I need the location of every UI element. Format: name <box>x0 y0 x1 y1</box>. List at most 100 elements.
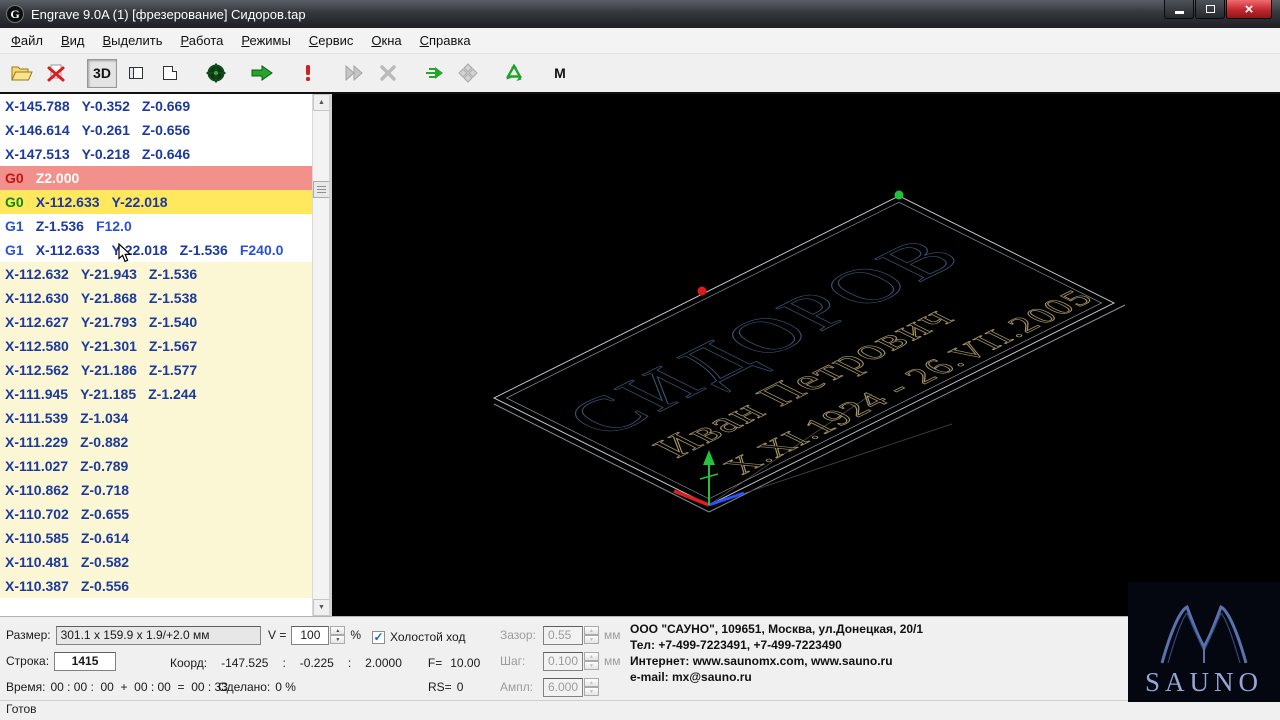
menu-item-4[interactable]: Режимы <box>232 29 299 52</box>
coord-group: Коорд: -147.525 : -0.225 : 2.0000 F= 10.… <box>170 653 480 673</box>
coord-z-value: 2.0000 <box>365 656 402 670</box>
step-spinner <box>584 652 599 670</box>
step-arrow-icon <box>423 65 445 81</box>
spinner-up-icon[interactable] <box>330 626 346 635</box>
gcode-line[interactable]: G1 Z-1.536 F12.0 <box>0 214 312 238</box>
gcode-line[interactable]: X-111.539 Z-1.034 <box>0 406 312 430</box>
gcode-panel: X-145.788 Y-0.352 Z-0.669 X-146.614 Y-0.261 Z… <box>0 94 332 616</box>
run-arrow-icon <box>251 65 273 81</box>
gcode-line[interactable]: X-112.632 Y-21.943 Z-1.536 <box>0 262 312 286</box>
macro-m-button[interactable]: M <box>545 59 575 88</box>
gcode-line[interactable]: X-110.481 Z-0.582 <box>0 550 312 574</box>
gcode-token: Y-22.018 <box>111 242 168 258</box>
gcode-token: Z-0.789 <box>80 458 129 474</box>
amplitude-spinner <box>584 678 599 696</box>
gcode-token: Z-0.646 <box>141 146 191 162</box>
target-icon <box>206 63 226 83</box>
amplitude-group: Ампл: 6.000 <box>500 677 599 697</box>
gcode-line[interactable]: X-145.788 Y-0.352 Z-0.669 <box>0 94 312 118</box>
gcode-token: X-112.633 <box>35 194 100 210</box>
gcode-line[interactable]: X-146.614 Y-0.261 Z-0.656 <box>0 118 312 142</box>
gcode-token: Z-0.882 <box>80 434 129 450</box>
gcode-token: X-146.614 <box>5 122 70 138</box>
scroll-up-icon[interactable] <box>313 94 329 111</box>
gcode-line[interactable]: X-111.027 Z-0.789 <box>0 454 312 478</box>
line-group: Строка: 1415 <box>6 651 117 671</box>
gcode-token: G0 <box>5 170 24 186</box>
menu-item-3[interactable]: Работа <box>171 29 232 52</box>
optimize-button[interactable] <box>499 59 529 88</box>
view-front-button[interactable] <box>121 59 151 88</box>
open-file-button[interactable] <box>7 59 37 88</box>
scroll-down-icon[interactable] <box>313 599 329 616</box>
gcode-line[interactable]: X-111.229 Z-0.882 <box>0 430 312 454</box>
amplitude-label: Ампл: <box>500 680 534 694</box>
cancel-button <box>373 59 403 88</box>
gcode-line[interactable]: X-111.945 Y-21.185 Z-1.244 <box>0 382 312 406</box>
size-field[interactable]: 301.1 x 159.9 x 1.9/+2.0 мм <box>55 625 261 645</box>
menu-item-2[interactable]: Выделить <box>94 29 172 52</box>
menu-item-1[interactable]: Вид <box>52 29 94 52</box>
gcode-token: Z-1.577 <box>148 362 198 378</box>
run-button[interactable] <box>247 59 277 88</box>
gcode-line[interactable]: X-112.562 Y-21.186 Z-1.577 <box>0 358 312 382</box>
view-3d-button[interactable]: 3D <box>87 58 117 88</box>
spinner-down-icon <box>584 687 599 696</box>
scrollbar-thumb[interactable] <box>313 181 329 198</box>
menu-item-7[interactable]: Справка <box>411 29 480 52</box>
viewport-canvas[interactable]: СИДОРОВ Иван Петрович X.XI.1924 - 26.VII… <box>332 94 1277 618</box>
gcode-line[interactable]: X-110.387 Z-0.556 <box>0 574 312 598</box>
gcode-line[interactable]: X-147.513 Y-0.218 Z-0.646 <box>0 142 312 166</box>
gcode-line[interactable]: X-112.627 Y-21.793 Z-1.540 <box>0 310 312 334</box>
gcode-token: X-110.862 <box>5 482 69 498</box>
gcode-line[interactable]: X-110.585 Z-0.614 <box>0 526 312 550</box>
view-top-button[interactable] <box>155 59 185 88</box>
gcode-token: Y-21.943 <box>80 266 137 282</box>
letter-m-icon: M <box>554 65 566 81</box>
gcode-line[interactable]: X-112.630 Y-21.868 Z-1.538 <box>0 286 312 310</box>
idle-run-label: Холостой ход <box>390 630 466 644</box>
coord-x-value: -147.525 <box>221 656 269 670</box>
gcode-line[interactable]: G0 X-112.633 Y-22.018 <box>0 190 312 214</box>
center-origin-button[interactable] <box>201 59 231 88</box>
gcode-token: X-110.702 <box>5 506 69 522</box>
gap-group: Зазор: 0.55 мм <box>500 625 621 645</box>
line-field[interactable]: 1415 <box>54 651 117 671</box>
idle-group: Холостой ход <box>372 627 465 647</box>
gcode-scrollbar[interactable] <box>312 94 329 616</box>
gcode-line[interactable]: G1 X-112.633 Y-22.018 Z-1.536 F240.0 <box>0 238 312 262</box>
gcode-token: Z-1.540 <box>148 314 198 330</box>
menu-bar: Файл Вид Выделить Работа Режимы Сервис Окна Спр… <box>0 28 1280 54</box>
minimize-button[interactable] <box>1164 0 1194 19</box>
gcode-line[interactable]: X-112.580 Y-21.301 Z-1.567 <box>0 334 312 358</box>
step-run-button[interactable] <box>419 59 449 88</box>
time-group: Время: 00 : 00 : 00 + 00 : 00 = 00 : 33 <box>6 677 228 697</box>
amplitude-field: 6.000 <box>543 677 583 697</box>
spinner-up-icon <box>584 678 599 687</box>
delete-file-button[interactable] <box>41 59 71 88</box>
menu-item-5[interactable]: Сервис <box>300 29 363 52</box>
maximize-button[interactable] <box>1195 0 1225 19</box>
gcode-line[interactable]: X-110.862 Z-0.718 <box>0 478 312 502</box>
toolbar: 3D M <box>0 54 1280 92</box>
speed-field[interactable]: 100 <box>291 625 330 645</box>
coord-separator: : <box>282 656 286 670</box>
coord-label: Коорд: <box>170 656 208 670</box>
close-button[interactable] <box>1226 0 1272 19</box>
gcode-line[interactable]: G0 Z2.000 <box>0 166 312 190</box>
main-area: X-145.788 Y-0.352 Z-0.669 X-146.614 Y-0.261 Z… <box>0 92 1280 616</box>
gap-label: Зазор: <box>500 628 536 642</box>
gcode-line[interactable]: X-110.702 Z-0.655 <box>0 502 312 526</box>
gcode-token: Z-1.536 <box>148 266 198 282</box>
menu-item-0[interactable]: Файл <box>2 29 52 52</box>
idle-run-checkbox[interactable] <box>372 630 385 644</box>
gcode-token: Y-21.186 <box>80 362 137 378</box>
gcode-token: X-110.387 <box>5 578 69 594</box>
exclamation-icon <box>303 64 313 82</box>
menu-item-6[interactable]: Окна <box>362 29 410 52</box>
speed-label: V = <box>268 628 287 642</box>
spinner-down-icon[interactable] <box>330 635 346 644</box>
speed-spinner[interactable] <box>330 626 346 644</box>
attention-button[interactable] <box>293 59 323 88</box>
viewport-3d[interactable]: СИДОРОВ Иван Петрович X.XI.1924 - 26.VII… <box>332 94 1280 616</box>
